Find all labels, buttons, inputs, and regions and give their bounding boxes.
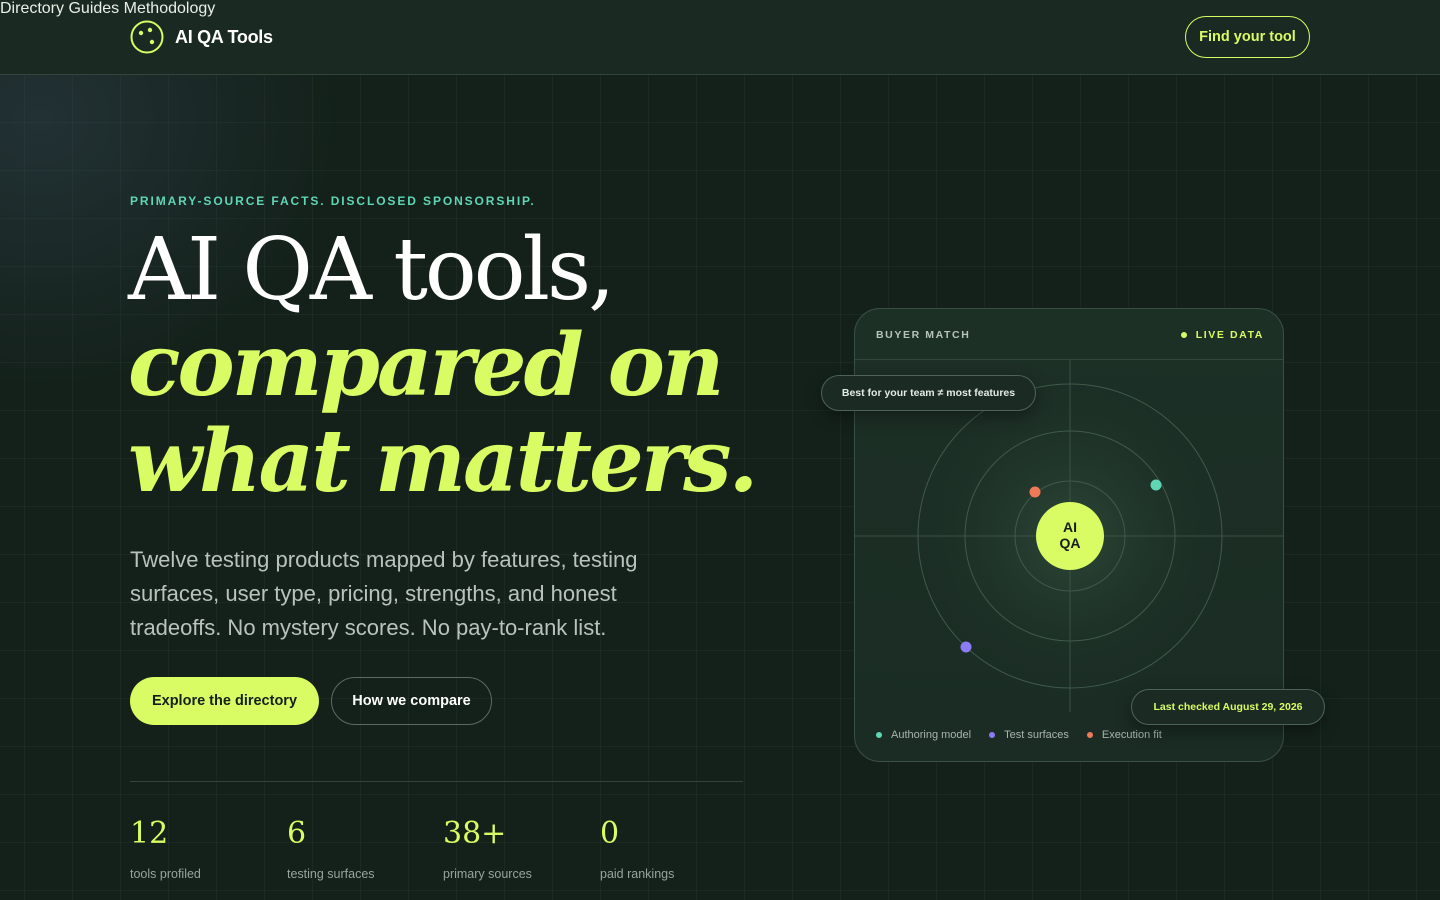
find-your-tool-button[interactable]: Find your tool xyxy=(1185,16,1310,58)
nav-item-directory[interactable]: Directory xyxy=(0,0,64,17)
best-fit-chip: Best for your team ≠ most features xyxy=(821,375,1036,411)
radar-point-test-surfaces xyxy=(960,641,972,653)
hero-headline: AI QA tools, compared on what matters. xyxy=(128,220,758,512)
card-title: BUYER MATCH xyxy=(876,329,971,341)
legend-dot-icon xyxy=(989,732,996,738)
hero-description: Twelve testing products mapped by featur… xyxy=(130,547,638,640)
brand-logo[interactable]: AI QA Tools xyxy=(130,20,273,54)
stat-label: testing surfaces xyxy=(287,867,375,881)
stat-label: tools profiled xyxy=(130,867,201,881)
legend-item-authoring-model: Authoring model xyxy=(876,729,971,741)
stat-value: 38+ xyxy=(443,816,507,851)
legend-label: Execution fit xyxy=(1101,729,1162,741)
last-checked-chip: Last checked August 29, 2026 xyxy=(1131,689,1325,725)
radar-point-execution-fit xyxy=(1029,486,1041,498)
card-header: BUYER MATCH LIVE DATA xyxy=(855,309,1283,360)
stat-tools-profiled: 12 tools profiled xyxy=(130,814,201,881)
explore-directory-button[interactable]: Explore the directory xyxy=(130,677,319,725)
legend-item-test-surfaces: Test surfaces xyxy=(989,729,1069,741)
live-data-label: LIVE DATA xyxy=(1195,329,1264,341)
headline-line-1: AI QA tools, xyxy=(128,220,615,320)
legend-dot-icon xyxy=(1086,732,1093,738)
stat-label: paid rankings xyxy=(600,867,675,881)
stat-value: 12 xyxy=(130,816,169,851)
stat-primary-sources: 38+ primary sources xyxy=(443,814,532,881)
live-dot-icon xyxy=(1180,332,1187,338)
legend-dot-icon xyxy=(876,732,882,738)
hero-eyebrow: PRIMARY-SOURCE FACTS. DISCLOSED SPONSORS… xyxy=(130,194,536,208)
stat-value: 0 xyxy=(600,816,620,851)
legend-label: Authoring model xyxy=(891,729,972,741)
live-data-badge: LIVE DATA xyxy=(1180,329,1264,341)
nav-item-methodology[interactable]: Methodology xyxy=(124,0,216,17)
radar-visual: AI QA xyxy=(855,360,1283,712)
legend-item-execution-fit: Execution fit xyxy=(1086,729,1162,741)
stat-value: 6 xyxy=(287,816,307,851)
stat-label: primary sources xyxy=(443,867,532,881)
logo-icon xyxy=(130,20,164,54)
headline-line-3: what matters. xyxy=(128,411,758,512)
site-header: AI QA Tools Directory Guides Methodology… xyxy=(0,0,1440,75)
how-we-compare-button[interactable]: How we compare xyxy=(331,677,492,725)
center-label-qa: QA xyxy=(1060,535,1081,551)
headline-line-2: compared on xyxy=(128,315,725,416)
brand-name: AI QA Tools xyxy=(175,26,273,47)
nav-item-guides[interactable]: Guides xyxy=(68,0,119,17)
stats-divider xyxy=(130,781,743,782)
center-label-ai: AI xyxy=(1063,519,1077,535)
radar-point-authoring-model xyxy=(1150,479,1162,491)
stat-paid-rankings: 0 paid rankings xyxy=(600,814,674,881)
stat-testing-surfaces: 6 testing surfaces xyxy=(287,814,375,881)
card-legend: Authoring model Test surfaces Execution … xyxy=(876,729,1162,741)
legend-label: Test surfaces xyxy=(1004,729,1069,741)
